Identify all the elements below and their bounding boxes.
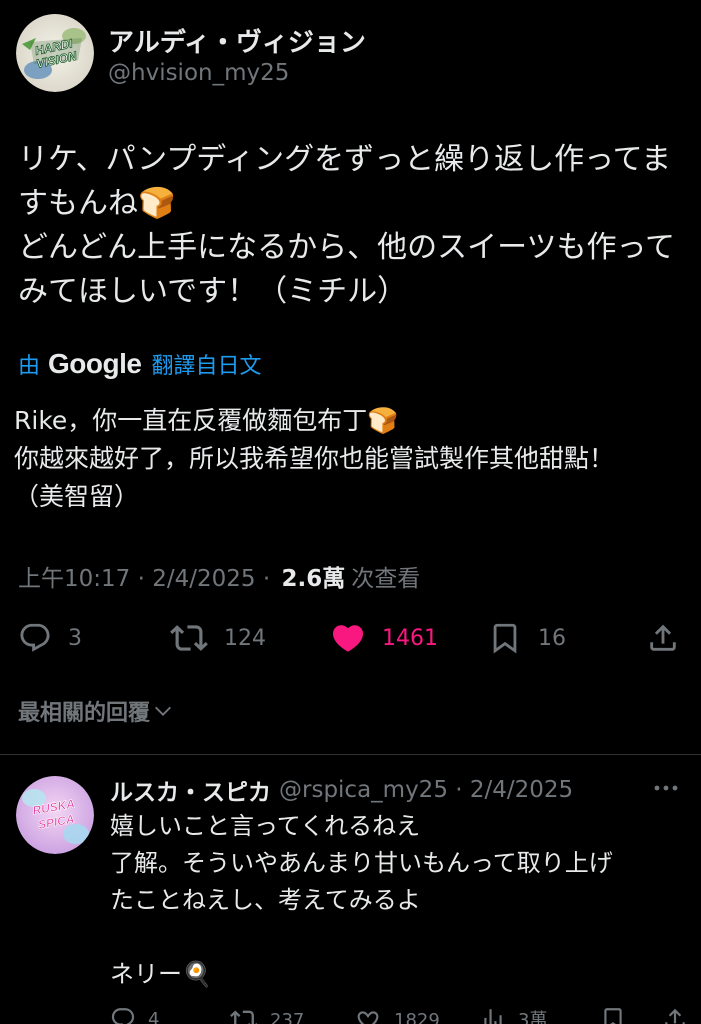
reply-reply-button[interactable]: 4: [110, 1006, 159, 1024]
share-button[interactable]: [646, 612, 680, 664]
post-text-line: どんどん上手になるから、他のスイーツも作って: [18, 230, 675, 265]
google-logo: Google: [48, 348, 142, 379]
bookmark-count: 16: [538, 625, 566, 651]
replies-sort-dropdown[interactable]: 最相關的回覆: [18, 692, 174, 730]
like-count: 1461: [382, 625, 438, 651]
reply-post[interactable]: RUSKA SPICA ルスカ・スピカ @rspica_my25 · 2/4/2…: [0, 770, 701, 1024]
reply-text-line: 了解。そういやあんまり甘いもんって取り上げ: [110, 849, 613, 877]
reply-share-button[interactable]: [662, 1006, 688, 1024]
post-header: HARDI VISION アルディ・ヴィジョン @hvision_my25: [16, 14, 685, 96]
translation-from-label[interactable]: 翻譯自日文: [151, 348, 261, 380]
reply-reply-count: 4: [148, 1008, 160, 1024]
reply-bookmark-button[interactable]: [600, 1006, 626, 1024]
reply-button[interactable]: 3: [18, 612, 82, 664]
reply-text-line: 嬉しいこと言ってくれるねえ: [110, 812, 421, 840]
reply-author-handle-date[interactable]: @rspica_my25 · 2/4/2025: [279, 777, 573, 803]
repost-icon: [230, 1010, 258, 1024]
heart-icon: [357, 1011, 379, 1024]
post-text-line: すもんね🍞: [18, 186, 176, 221]
bookmark-button[interactable]: 16: [488, 612, 566, 664]
reply-views-count: 3萬: [518, 1010, 548, 1024]
translation-by-label: 由: [18, 354, 41, 379]
bookmark-icon: [493, 623, 517, 654]
reply-icon: [111, 1008, 135, 1024]
repost-button[interactable]: 124: [170, 612, 266, 664]
repost-count: 124: [224, 625, 266, 651]
translated-text: Rike，你一直在反覆做麵包布丁🍞 你越來越好了，所以我希望你也能嘗試製作其他甜…: [14, 402, 694, 516]
translation-attribution[interactable]: 由 Google 翻譯自日文: [18, 346, 261, 382]
heart-filled-icon: [332, 625, 364, 652]
author-display-name[interactable]: アルディ・ヴィジョン: [108, 22, 366, 59]
like-button[interactable]: 1461: [330, 612, 438, 664]
replies-sort-label: 最相關的回覆: [18, 701, 151, 726]
author-avatar[interactable]: HARDI VISION: [16, 14, 94, 92]
reply-action-bar: 4 237 1829 3萬: [110, 1006, 690, 1024]
reply-icon: [20, 623, 50, 652]
reply-like-button[interactable]: 1829: [354, 1006, 440, 1024]
reply-text-line: たことねえし、考えてみるよ: [110, 886, 421, 914]
repost-icon: [170, 625, 208, 651]
chevron-down-icon: [155, 706, 171, 716]
reply-author-name[interactable]: ルスカ・スピカ: [110, 773, 271, 807]
reply-text-line: ネリー🍳: [110, 960, 212, 988]
post-text: リケ、パンプディングをずっと繰り返し作ってま すもんね🍞 どんどん上手になるから…: [18, 138, 688, 314]
post-action-bar: 3 124 1461 16: [0, 612, 701, 664]
reply-repost-count: 237: [270, 1009, 305, 1024]
reply-count: 3: [68, 625, 82, 651]
reply-text: 嬉しいこと言ってくれるねえ 了解。そういやあんまり甘いもんって取り上げ たことね…: [110, 808, 690, 993]
post-timestamp[interactable]: 上午10:17 · 2/4/2025 ·: [18, 559, 277, 593]
reply-views-button[interactable]: 3萬: [480, 1006, 547, 1024]
author-handle[interactable]: @hvision_my25: [108, 60, 289, 86]
reply-like-count: 1829: [394, 1009, 440, 1024]
share-icon: [650, 624, 676, 651]
post-text-line: みてほしいです！（ミチル）: [18, 274, 408, 309]
translated-text-line: （美智留）: [14, 482, 140, 511]
reply-text-line: [110, 919, 690, 956]
views-label: 次查看: [351, 566, 421, 592]
reply-author-avatar[interactable]: RUSKA SPICA: [16, 776, 94, 854]
post-meta: 上午10:17 · 2/4/2025 · 2.6萬 次查看: [18, 558, 420, 594]
reply-repost-button[interactable]: 237: [230, 1006, 304, 1024]
translated-text-line: 你越來越好了，所以我希望你也能嘗試製作其他甜點！: [14, 444, 615, 473]
post-text-line: リケ、パンプディングをずっと繰り返し作ってま: [18, 142, 672, 177]
divider: [0, 754, 701, 755]
views-chart-icon: [484, 1009, 502, 1024]
bookmark-icon: [604, 1008, 622, 1024]
views-count: 2.6萬: [281, 566, 346, 592]
more-options-icon[interactable]: [651, 776, 681, 800]
translated-text-line: Rike，你一直在反覆做麵包布丁🍞: [14, 406, 399, 435]
reply-header: ルスカ・スピカ @rspica_my25 · 2/4/2025: [110, 772, 573, 808]
share-icon: [665, 1008, 685, 1024]
